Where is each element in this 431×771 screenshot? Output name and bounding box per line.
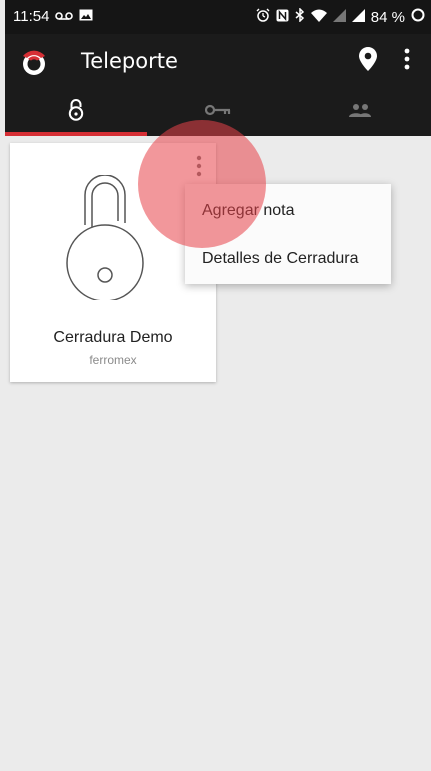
active-tab-indicator (5, 132, 147, 136)
tab-users[interactable] (289, 88, 431, 136)
lock-name: Cerradura Demo (53, 329, 173, 346)
tab-locks[interactable] (5, 88, 147, 136)
signal-empty-icon (332, 8, 346, 26)
signal-icon (351, 8, 365, 26)
tab-bar (5, 88, 431, 136)
app-title: Teleporte (81, 49, 178, 73)
bluetooth-icon (295, 7, 305, 26)
people-icon (348, 103, 372, 122)
card-overflow-icon[interactable] (196, 155, 202, 182)
overflow-menu-icon[interactable] (403, 48, 411, 75)
alarm-icon (256, 8, 270, 26)
app-bar: Teleporte (5, 34, 431, 88)
voicemail-icon (55, 8, 74, 25)
status-time: 11:54 (13, 8, 50, 25)
padlock-icon (67, 98, 85, 126)
status-right: 84 % (256, 7, 425, 26)
battery-ring-icon (411, 8, 425, 26)
nfc-icon (276, 9, 289, 26)
app-logo-icon (19, 47, 49, 77)
lock-owner: ferromex (89, 353, 137, 367)
menu-item-add-note[interactable]: Agregar nota (185, 187, 391, 235)
status-left: 11:54 (13, 8, 93, 25)
context-menu: Agregar nota Detalles de Cerradura (185, 184, 391, 284)
status-bar: 11:54 84 % (5, 0, 431, 34)
image-icon (79, 8, 93, 25)
app-frame: 11:54 84 % Teleporte Cerradura Demo ferr… (5, 0, 431, 771)
battery-text: 84 % (370, 8, 405, 26)
menu-item-lock-details[interactable]: Detalles de Cerradura (185, 235, 391, 283)
wifi-icon (310, 9, 327, 26)
padlock-illustration-icon (65, 174, 160, 302)
tab-keys[interactable] (147, 88, 289, 136)
location-pin-icon[interactable] (359, 47, 377, 76)
key-icon (204, 103, 231, 121)
